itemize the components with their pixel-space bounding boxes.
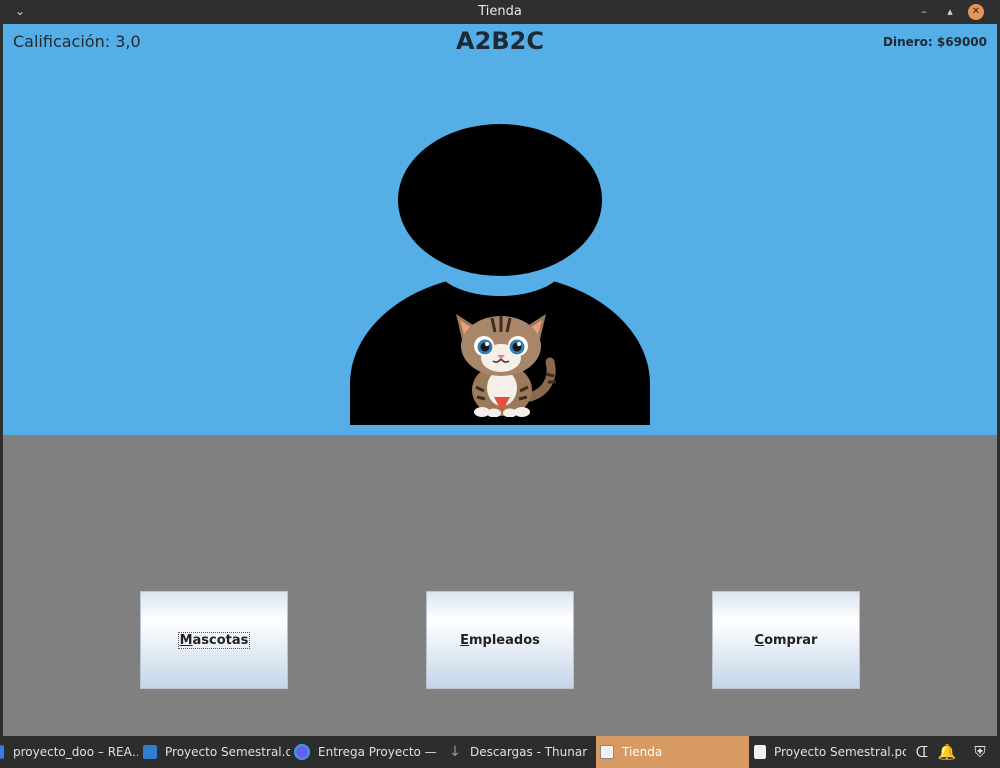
taskbar-item-label: Proyecto Semestral.o… (165, 745, 290, 759)
cat-icon (456, 314, 556, 417)
bell-icon[interactable]: 🔔 (937, 742, 957, 762)
taskbar-item-tienda[interactable]: Tienda (596, 736, 749, 768)
taskbar-item-label: proyecto_doo – REA… (13, 745, 138, 759)
download-icon: ↓ (449, 744, 461, 760)
window-title: Tienda (478, 4, 522, 19)
mascotas-mnemonic: M (179, 632, 193, 648)
comprar-button[interactable]: Comprar (712, 591, 860, 689)
mascotas-button-label: Mascotas (177, 631, 251, 649)
taskbar-item-browser[interactable]: Entrega Proyecto — … (294, 736, 442, 768)
store-panel: Calificación: 3,0 A2B2C Dinero: $69000 M… (3, 24, 997, 736)
taskbar-item-label: Proyecto Semestral.pdf (774, 745, 906, 759)
taskbar-item-thunar[interactable]: ↓ Descargas - Thunar (448, 736, 596, 768)
taskbar: proyecto_doo – REA… Proyecto Semestral.o… (0, 736, 1000, 768)
pdf-icon (754, 745, 766, 759)
mascotas-label-rest: ascotas (192, 632, 249, 648)
empleados-button-label: Empleados (460, 633, 540, 648)
bluetooth-icon[interactable]: ᗭ (912, 742, 932, 762)
taskbar-item-document[interactable]: Proyecto Semestral.o… (143, 736, 290, 768)
money-label: Dinero: $69000 (883, 35, 987, 49)
taskbar-item-label: Descargas - Thunar (470, 745, 588, 759)
avatar-head (398, 124, 602, 276)
java-icon (600, 745, 614, 759)
title-bar[interactable]: ⌄ Tienda – ▴ ✕ (0, 0, 1000, 24)
mascotas-button[interactable]: Mascotas (140, 591, 288, 689)
minimize-icon[interactable]: – (916, 4, 932, 20)
comprar-label-rest: omprar (764, 632, 818, 648)
browser-icon (294, 744, 310, 760)
maximize-icon[interactable]: ▴ (942, 4, 958, 20)
empleados-button[interactable]: Empleados (426, 591, 574, 689)
comprar-button-label: Comprar (755, 633, 818, 648)
taskbar-item-label: Entrega Proyecto — … (318, 745, 442, 759)
store-name: A2B2C (456, 27, 544, 55)
document-icon (143, 745, 157, 759)
empleados-mnemonic: E (460, 632, 469, 648)
empleados-label-rest: mpleados (469, 632, 540, 648)
shield-icon[interactable]: ⛨ (970, 742, 990, 762)
taskbar-item-idea[interactable]: proyecto_doo – REA… (0, 736, 138, 768)
idea-icon (0, 745, 4, 759)
app-window: ⌄ Tienda – ▴ ✕ Calificación: 3,0 A2B2C D… (0, 0, 1000, 736)
close-icon[interactable]: ✕ (968, 4, 984, 20)
comprar-mnemonic: C (754, 632, 765, 648)
store-scene: Calificación: 3,0 A2B2C Dinero: $69000 (3, 24, 997, 435)
taskbar-item-pdf[interactable]: Proyecto Semestral.pdf (754, 736, 906, 768)
person-silhouette-icon (350, 124, 650, 425)
taskbar-item-label: Tienda (622, 745, 663, 759)
